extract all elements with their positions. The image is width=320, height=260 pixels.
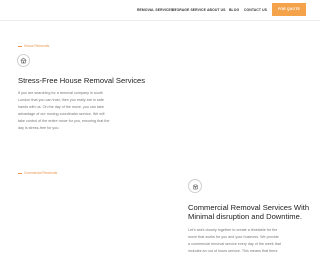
commercial-heading-line: Commercial Removal Services With xyxy=(188,203,310,212)
nav-contact-us[interactable]: CONTACT US xyxy=(244,7,267,13)
paragraph-line: London that you can trust, then you real… xyxy=(18,97,104,102)
nav-blog[interactable]: BLOG xyxy=(229,7,239,13)
quote-button[interactable]: FOR QUOTE xyxy=(272,3,306,16)
house-icon-glyph xyxy=(20,57,27,64)
crumb-label: Commercial Removals xyxy=(24,171,58,175)
paragraph-line: includes an out of hours service. This m… xyxy=(188,248,278,253)
crumb-dash xyxy=(18,172,22,174)
office-phone-icon xyxy=(188,179,202,193)
commercial-paragraph: Let's work closely together to create a … xyxy=(188,227,314,255)
house-heading: Stress-Free House Removal Services xyxy=(18,76,146,85)
office-phone-icon-glyph xyxy=(192,184,198,189)
paragraph-line: a commercial removal service every day o… xyxy=(188,241,281,246)
house-paragraph: If you are searching for a removal compa… xyxy=(18,90,138,131)
house-icon xyxy=(17,54,30,67)
commercial-heading: Commercial Removal Services With Minimal… xyxy=(188,203,309,221)
nav-removal-services-label: REMOVAL SERVICES xyxy=(137,8,174,12)
paragraph-line: take control of the entire move for you,… xyxy=(18,118,110,123)
site-header: REMOVAL SERVICES▾ STORAGE SERVICE ABOUT … xyxy=(0,0,320,21)
section-crumb[interactable]: House Removals xyxy=(18,44,49,48)
paragraph-line: Let's work closely together to create a … xyxy=(188,228,278,232)
crumb-dash xyxy=(18,45,22,47)
crumb-label: House Removals xyxy=(24,44,50,48)
section-crumb[interactable]: Commercial Removals xyxy=(18,171,57,175)
paragraph-line: If you are searching for a removal compa… xyxy=(18,91,103,95)
commercial-heading-line: Minimal disruption and Downtime. xyxy=(188,212,302,221)
paragraph-line: day is stress-free for you. xyxy=(18,125,60,130)
paragraph-line: advantage of our moving coordinator serv… xyxy=(18,111,105,116)
paragraph-line: move that works for you and your busines… xyxy=(188,234,279,239)
nav-removal-services[interactable]: REMOVAL SERVICES▾ xyxy=(137,7,176,13)
nav-storage-service[interactable]: STORAGE SERVICE xyxy=(172,7,206,13)
nav-about-us[interactable]: ABOUT US xyxy=(207,7,226,13)
paragraph-line: hands with us. On the day of the move, y… xyxy=(18,104,104,109)
